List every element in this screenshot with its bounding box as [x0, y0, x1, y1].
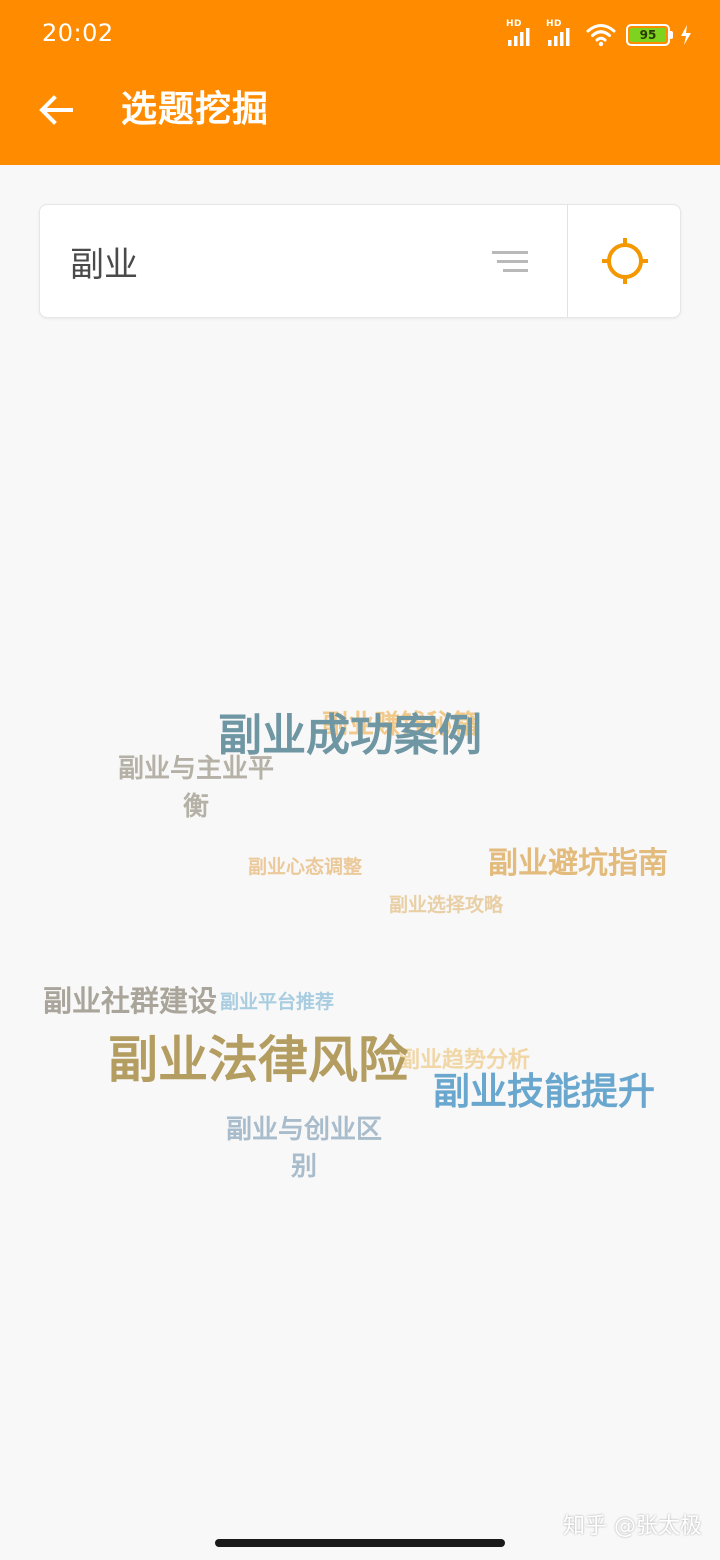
word-cloud-item[interactable]: 副业避坑指南: [488, 846, 668, 882]
crosshair-icon: [601, 238, 648, 284]
watermark: 知乎 @张太极: [563, 1514, 702, 1539]
back-button[interactable]: [30, 84, 82, 136]
status-icons: HD HD 95: [506, 19, 692, 50]
word-cloud-item[interactable]: 副业选择攻略: [389, 894, 503, 917]
wifi-icon: [586, 24, 616, 47]
word-cloud: 副业赚钱秘籍 副业成功案例 副业与主业平衡 副业心态调整 副业避坑指南 副业选择…: [0, 330, 720, 1510]
home-indicator[interactable]: [215, 1539, 505, 1547]
battery-icon: 95: [626, 24, 673, 46]
search-input[interactable]: [70, 235, 490, 287]
locate-button[interactable]: [568, 205, 681, 317]
word-cloud-item[interactable]: 副业与主业平衡: [108, 750, 284, 826]
battery-level: 95: [630, 28, 666, 42]
word-cloud-item[interactable]: 副业平台推荐: [220, 991, 334, 1014]
status-time: 20:02: [42, 19, 114, 47]
word-cloud-item[interactable]: 副业社群建设: [43, 984, 217, 1019]
charging-icon: [681, 25, 691, 45]
filter-lines-icon[interactable]: [492, 249, 528, 275]
arrow-left-icon: [39, 95, 73, 125]
page-title: 选题挖掘: [121, 89, 270, 130]
signal-icon: HD: [546, 19, 576, 48]
app-header: 20:02 HD HD 95 选题挖掘: [0, 0, 720, 165]
search-card: [39, 204, 681, 318]
word-cloud-item[interactable]: 副业与创业区别: [218, 1112, 390, 1186]
word-cloud-item[interactable]: 副业法律风险: [108, 1030, 408, 1090]
signal-icon: HD: [506, 19, 536, 48]
word-cloud-item[interactable]: 副业技能提升: [433, 1070, 655, 1114]
word-cloud-item[interactable]: 副业心态调整: [248, 856, 362, 879]
